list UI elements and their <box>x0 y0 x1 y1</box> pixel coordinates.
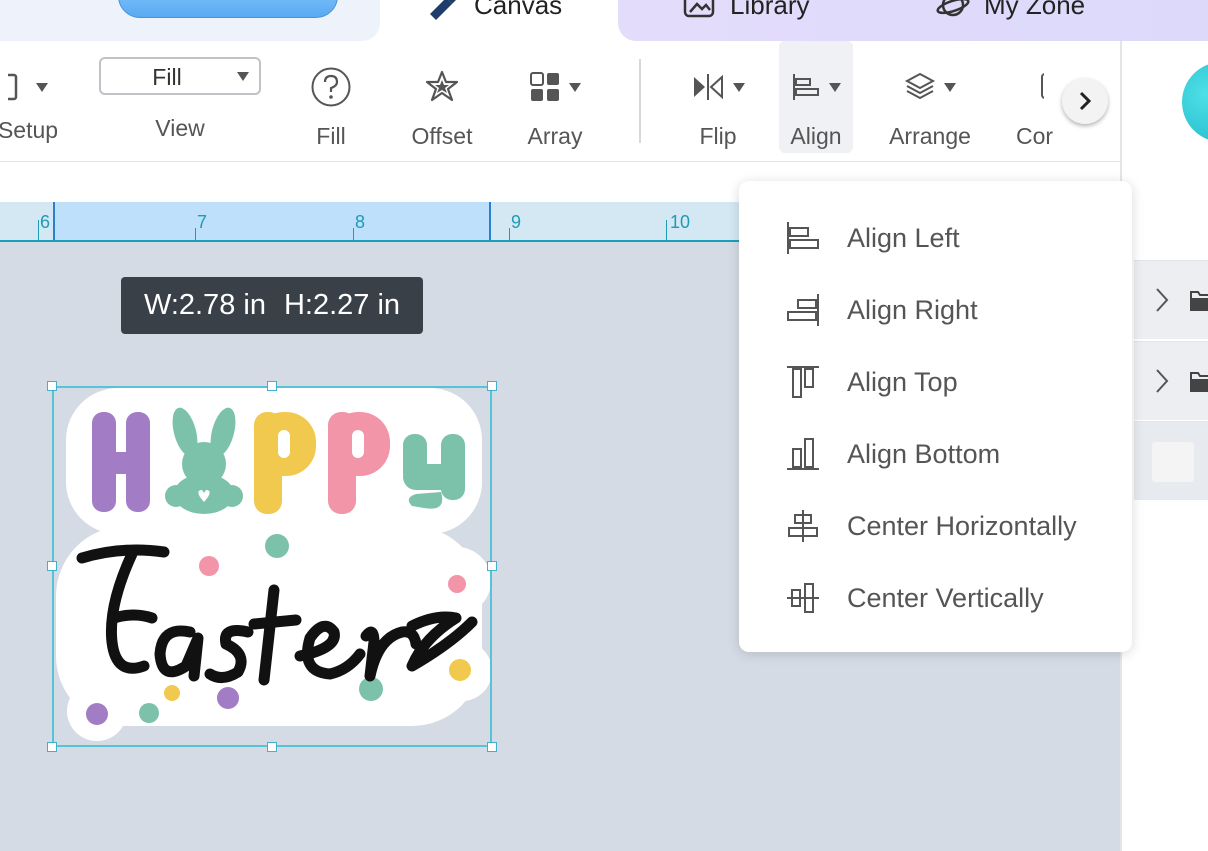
align-left-icon <box>787 222 819 254</box>
setup-icon <box>8 73 18 101</box>
ruler-tick-label: 7 <box>197 212 208 232</box>
layer-row[interactable] <box>1134 341 1208 420</box>
chevron-down-icon <box>829 82 841 92</box>
tab-myzone[interactable]: My Zone <box>936 0 1085 22</box>
resize-handle-bottom-left[interactable] <box>47 742 57 752</box>
menu-item-label: Align Top <box>847 366 958 397</box>
tab-library-label: Library <box>730 0 810 20</box>
combine-icon <box>1041 73 1044 99</box>
layer-thumbnail <box>1152 442 1194 482</box>
chevron-down-icon <box>36 82 48 92</box>
layer-row-selected[interactable] <box>1134 421 1208 500</box>
chevron-down-icon <box>944 82 956 92</box>
menu-item-label: Align Right <box>847 294 978 325</box>
folder-icon <box>1190 372 1208 392</box>
arrange-label: Arrange <box>889 123 971 149</box>
menu-item-center-vertically[interactable]: Center Vertically <box>739 568 1132 628</box>
pen-icon <box>430 0 456 20</box>
help-circle-icon <box>311 67 351 107</box>
fill-tool[interactable]: Fill <box>296 41 366 153</box>
array-tool[interactable]: Array <box>515 41 595 153</box>
layers-icon <box>904 72 936 100</box>
primary-pill-button[interactable] <box>118 0 338 18</box>
chevron-right-icon <box>1156 288 1169 312</box>
ruler-selection-start <box>53 202 55 240</box>
resize-handle-top-right[interactable] <box>487 381 497 391</box>
tab-left-area <box>0 0 380 41</box>
align-left-icon <box>793 74 819 100</box>
offset-label: Offset <box>411 123 473 149</box>
menu-item-align-left[interactable]: Align Left <box>739 208 1132 268</box>
resize-handle-bottom-right[interactable] <box>487 742 497 752</box>
setup-label: Setup <box>0 117 59 143</box>
toolbar-scroll-right-button[interactable] <box>1062 78 1108 124</box>
setup-tool[interactable]: Setup <box>0 41 68 153</box>
align-label: Align <box>790 123 842 149</box>
align-top-icon <box>787 366 819 398</box>
view-label: View <box>155 115 205 141</box>
planet-icon <box>936 0 970 17</box>
avatar[interactable] <box>1182 62 1208 142</box>
resize-handle-top[interactable] <box>267 381 277 391</box>
chevron-right-icon <box>1079 91 1092 111</box>
ruler-tick-label: 8 <box>355 212 366 232</box>
ruler-selection-range <box>54 202 490 240</box>
resize-handle-right[interactable] <box>487 561 497 571</box>
flip-tool[interactable]: Flip <box>680 41 756 153</box>
array-grid-icon <box>530 72 559 101</box>
toolbar-divider <box>639 59 641 143</box>
toolbar: Setup Fill View Fill Offset Array Flip A… <box>0 41 1120 162</box>
arrange-tool[interactable]: Arrange <box>880 41 980 153</box>
dimension-width: W:2.78 in <box>143 289 266 321</box>
menu-item-label: Align Bottom <box>847 438 1001 469</box>
resize-handle-top-left[interactable] <box>47 381 57 391</box>
array-label: Array <box>527 123 583 149</box>
chevron-down-icon <box>569 82 581 92</box>
align-dropdown-menu: Align Left Align Right Align Top Align B… <box>739 181 1132 652</box>
dimension-tooltip: W:2.78 in H:2.27 in <box>121 277 423 334</box>
flip-label: Flip <box>699 123 737 149</box>
menu-item-center-horizontally[interactable]: Center Horizontally <box>739 496 1132 556</box>
chevron-down-icon <box>237 72 249 81</box>
layer-row[interactable] <box>1134 260 1208 339</box>
chevron-right-icon <box>1156 369 1169 393</box>
selection-bounding-box <box>52 386 492 747</box>
ruler-tick-label: 9 <box>511 212 522 232</box>
tab-myzone-label: My Zone <box>984 0 1086 20</box>
fill-label: Fill <box>316 123 346 149</box>
folder-icon <box>1190 291 1208 311</box>
resize-handle-left[interactable] <box>47 561 57 571</box>
flip-icon <box>694 74 723 100</box>
tab-right-area: Library My Zone <box>618 0 1208 41</box>
center-horizontally-icon <box>788 510 818 542</box>
top-tab-bar: Canvas Library My Zone <box>0 0 1208 41</box>
view-select[interactable]: Fill <box>99 57 261 95</box>
menu-item-label: Center Horizontally <box>847 510 1077 541</box>
library-icon <box>683 0 715 18</box>
ruler-tick-label: 10 <box>670 212 691 232</box>
menu-item-label: Center Vertically <box>847 582 1044 613</box>
menu-item-label: Align Left <box>847 222 960 253</box>
combine-label: Cor <box>1016 123 1054 149</box>
center-vertically-icon <box>787 583 819 613</box>
dimension-height: H:2.27 in <box>283 289 401 321</box>
chevron-down-icon <box>733 82 745 92</box>
ruler-tick-label: 6 <box>40 212 51 232</box>
menu-item-align-bottom[interactable]: Align Bottom <box>739 424 1132 484</box>
menu-item-align-top[interactable]: Align Top <box>739 352 1132 412</box>
align-bottom-icon <box>787 438 819 470</box>
view-select-value: Fill <box>152 64 182 90</box>
resize-handle-bottom[interactable] <box>267 742 277 752</box>
tab-library[interactable]: Library <box>682 0 809 22</box>
align-tool[interactable]: Align <box>779 41 853 153</box>
combine-tool[interactable]: Cor <box>1014 41 1062 153</box>
ruler-selection-end <box>489 202 491 240</box>
tab-canvas[interactable]: Canvas <box>380 0 618 41</box>
menu-item-align-right[interactable]: Align Right <box>739 280 1132 340</box>
align-right-icon <box>787 294 819 326</box>
offset-star-icon <box>425 70 459 102</box>
tab-canvas-label: Canvas <box>474 0 563 20</box>
offset-tool[interactable]: Offset <box>404 41 480 153</box>
